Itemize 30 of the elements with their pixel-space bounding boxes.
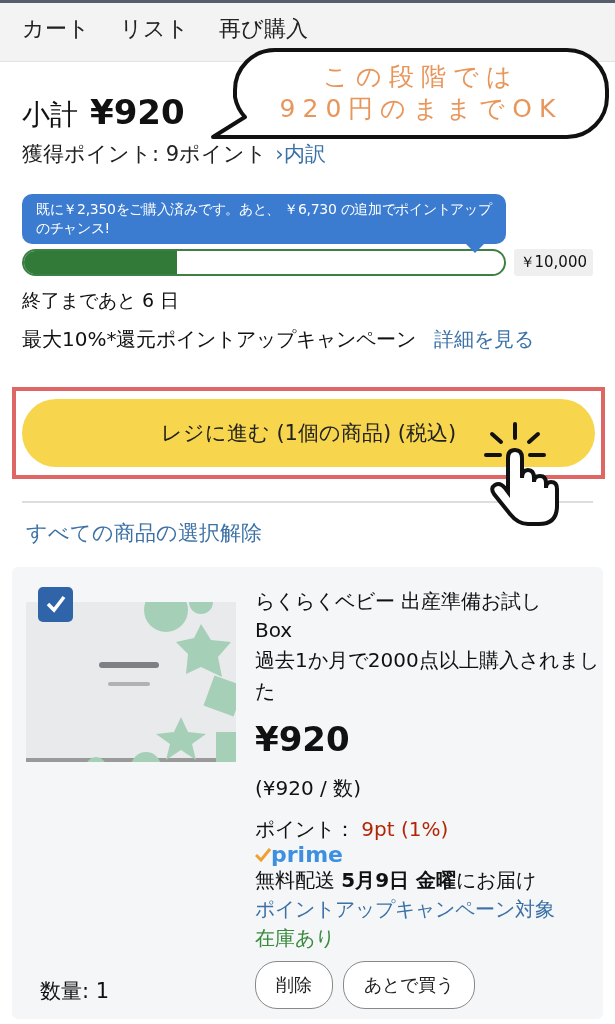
product-price: ¥920 — [255, 717, 351, 761]
purchase-count-note: 過去1か月で2000点以上購入されました — [255, 646, 600, 705]
callout-text: この段階では — [323, 62, 519, 92]
subtotal-label: 小計 — [22, 97, 78, 133]
delivery-text: 無料配送 5月9日 金曜にお届け — [255, 867, 538, 895]
product-title[interactable]: らくらくベビー 出産準備お試しBox — [255, 586, 575, 645]
details-link[interactable]: 詳細を見る — [434, 325, 535, 353]
points-value: 9pt (1%) — [361, 817, 449, 842]
campaign-title: 最大10%*還元ポイントアップキャンペーン — [22, 325, 417, 353]
delete-button[interactable]: 削除 — [255, 961, 333, 1010]
quantity-label: 数量: 1 — [39, 977, 111, 1005]
subtotal-amount: ¥920 — [90, 92, 185, 132]
item-checkbox[interactable] — [38, 586, 73, 622]
earned-points: 獲得ポイント: 9ポイント — [22, 142, 268, 166]
goal-amount: ￥10,000 — [513, 248, 593, 276]
breakdown-link[interactable]: ›内訳 — [275, 142, 326, 166]
checkout-button[interactable]: レジに進む (1個の商品) (税込) — [22, 398, 595, 467]
days-remaining: 終了まであと 6 日 — [22, 287, 181, 313]
nav-tab[interactable]: カート — [22, 16, 90, 42]
prime-logo: prime — [255, 844, 343, 867]
unit-price: (¥920 / 数) — [255, 775, 362, 803]
stock-status: 在庫あり — [255, 925, 336, 953]
deselect-all-link[interactable]: すべての商品の選択解除 — [26, 518, 615, 547]
nav-tab[interactable]: リスト — [120, 16, 189, 42]
campaign-link[interactable]: ポイントアップキャンペーン対象 — [255, 895, 600, 925]
points-label: ポイント： — [255, 817, 355, 842]
save-for-later-button[interactable]: あとで買う — [343, 961, 475, 1010]
nav-tab[interactable]: 再び購入 — [219, 16, 308, 42]
callout-text: 920円のままでOK — [279, 94, 563, 124]
campaign-tooltip: 既に￥2,350をご購入済みです。あと、 ￥6,730 の追加でポイントアップのチャンス! — [22, 194, 506, 253]
